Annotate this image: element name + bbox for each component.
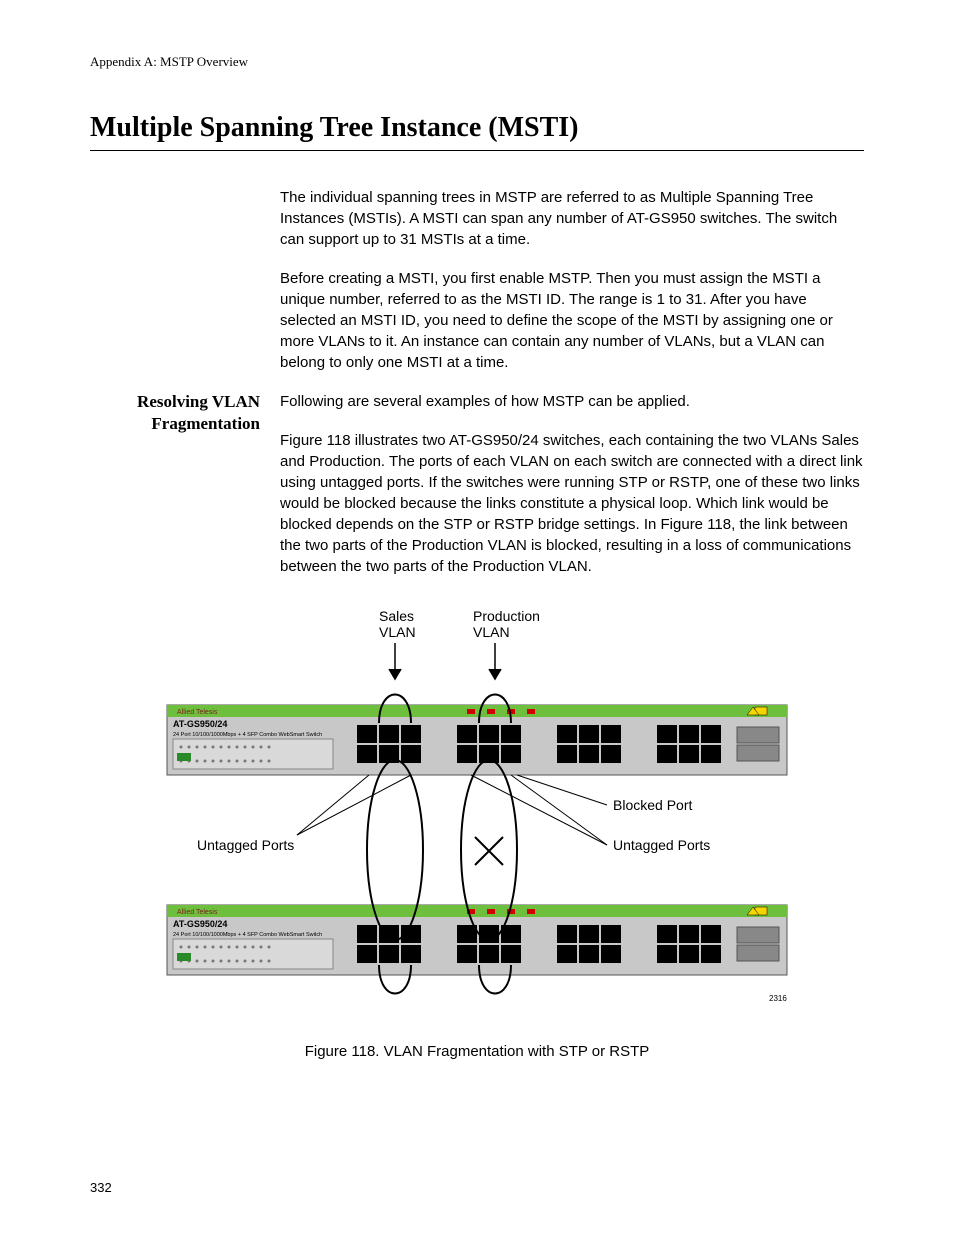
line-untagged-left-1 <box>297 775 369 835</box>
figure-svg: SalesVLAN ProductionVLAN Allied Telesis … <box>157 605 797 1025</box>
label-blocked-port: Blocked Port <box>613 797 692 813</box>
label-sales-vlan: SalesVLAN <box>379 608 416 640</box>
figure-118: SalesVLAN ProductionVLAN Allied Telesis … <box>90 605 864 1060</box>
arrow-sales <box>389 643 401 679</box>
intro-paragraph-1: The individual spanning trees in MSTP ar… <box>280 187 864 250</box>
arrow-production <box>489 643 501 679</box>
section-paragraph-1: Following are several examples of how MS… <box>280 391 864 412</box>
label-untagged-left: Untagged Ports <box>197 837 294 853</box>
label-untagged-right: Untagged Ports <box>613 837 710 853</box>
intro-paragraph-2: Before creating a MSTI, you first enable… <box>280 268 864 373</box>
section-paragraph-2: Figure 118 illustrates two AT-GS950/24 s… <box>280 430 864 577</box>
page-number: 332 <box>90 1180 112 1195</box>
line-untagged-left-2 <box>297 775 411 835</box>
switch-desc-bottom: 24 Port 10/100/1000Mbps + 4 SFP Combo We… <box>173 932 322 938</box>
running-header: Appendix A: MSTP Overview <box>90 54 864 70</box>
document-page: Appendix A: MSTP Overview Multiple Spann… <box>0 0 954 1235</box>
switch-top: Allied Telesis AT-GS950/24 24 Port 10/10… <box>167 705 787 775</box>
switch-brand-top: Allied Telesis <box>177 709 218 716</box>
switch-bottom: Allied Telesis AT-GS950/24 24 Port 10/10… <box>167 905 787 1003</box>
switch-model-top: AT-GS950/24 <box>173 719 227 729</box>
switch-desc-top: 24 Port 10/100/1000Mbps + 4 SFP Combo We… <box>173 732 322 738</box>
line-untagged-right-2 <box>511 775 607 845</box>
page-title: Multiple Spanning Tree Instance (MSTI) <box>90 112 864 151</box>
label-production-vlan: ProductionVLAN <box>473 608 540 640</box>
line-untagged-right-1 <box>471 775 607 845</box>
figure-caption: Figure 118. VLAN Fragmentation with STP … <box>90 1043 864 1060</box>
switch-brand-bottom: Allied Telesis <box>177 909 218 916</box>
switch-model-bottom: AT-GS950/24 <box>173 919 227 929</box>
blocked-x-icon <box>475 837 503 865</box>
section-heading: Resolving VLAN Fragmentation <box>90 391 280 435</box>
figure-ref-number: 2316 <box>769 994 787 1003</box>
line-blocked <box>517 775 607 805</box>
section-body: Following are several examples of how MS… <box>280 391 864 595</box>
section-resolving-vlan-fragmentation: Resolving VLAN Fragmentation Following a… <box>90 391 864 595</box>
intro-block: The individual spanning trees in MSTP ar… <box>280 187 864 373</box>
